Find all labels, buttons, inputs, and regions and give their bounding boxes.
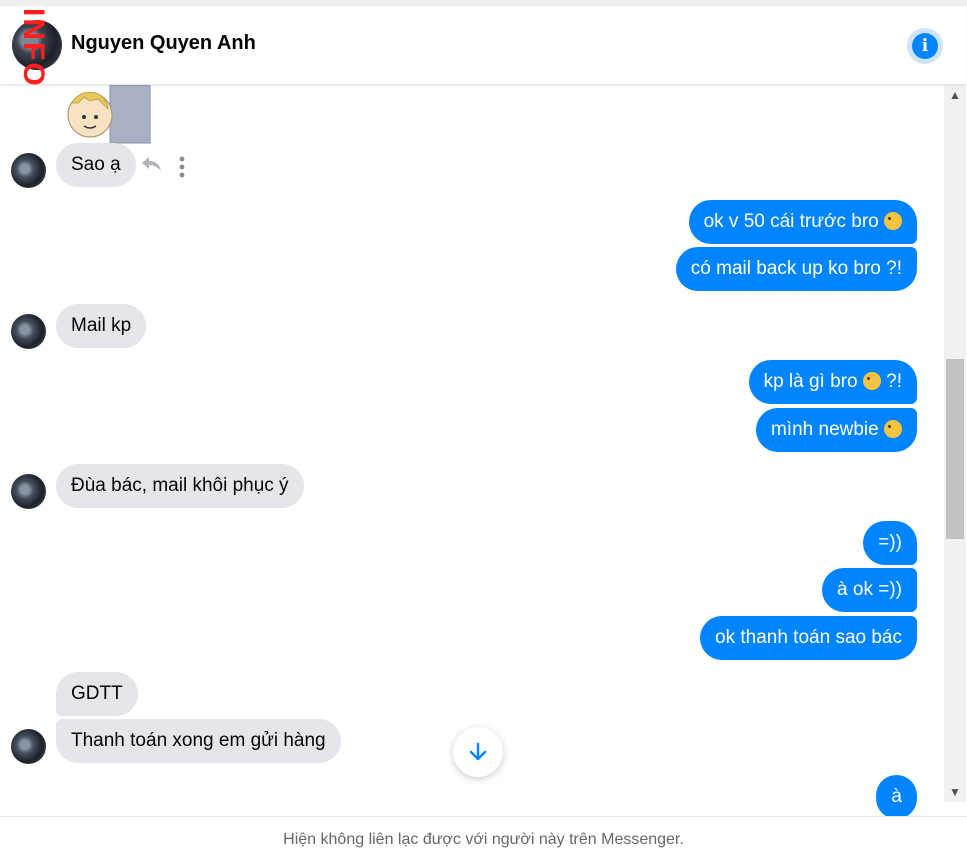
- conversation-pane[interactable]: Sao ạ ok v 50 cái trước bro có mail back…: [0, 85, 944, 816]
- message-suffix: ?!: [886, 371, 902, 392]
- sender-avatar[interactable]: [11, 474, 46, 509]
- message-text: ok v 50 cái trước bro: [703, 211, 879, 232]
- scroll-to-bottom-button[interactable]: [453, 727, 503, 777]
- contact-name[interactable]: Nguyen Quyen Anh: [71, 32, 256, 55]
- info-icon: i: [912, 33, 938, 59]
- message-bubble[interactable]: à ok =)): [822, 568, 917, 612]
- message-row: Đùa bác, mail khôi phục ý: [0, 464, 944, 510]
- sender-avatar[interactable]: [11, 314, 46, 349]
- chat-header: Nguyen Quyen Anh i: [0, 6, 966, 85]
- info-button[interactable]: i: [907, 28, 943, 64]
- message-row: Sao ạ: [0, 143, 944, 189]
- message-bubble[interactable]: Đùa bác, mail khôi phục ý: [56, 464, 304, 508]
- message-bubble[interactable]: có mail back up ko bro ?!: [675, 247, 917, 291]
- arrow-down-icon: [469, 742, 487, 761]
- more-options-icon[interactable]: [173, 155, 191, 179]
- laughing-emoji-icon: [884, 212, 902, 230]
- message-bubble[interactable]: mình newbie: [755, 408, 917, 452]
- scrollbar-thumb[interactable]: [946, 359, 964, 539]
- message-bubble[interactable]: Sao ạ: [56, 143, 136, 187]
- reply-icon[interactable]: [140, 154, 164, 174]
- footer-notice: Hiện không liên lạc được với người này t…: [0, 816, 967, 854]
- scroll-down-arrow-icon[interactable]: ▼: [944, 782, 966, 802]
- sender-avatar[interactable]: [11, 153, 46, 188]
- message-text: kp là gì bro: [763, 371, 858, 392]
- sender-avatar[interactable]: [11, 729, 46, 764]
- message-bubble[interactable]: Mail kp: [56, 304, 147, 348]
- message-bubble[interactable]: ok thanh toán sao bác: [700, 616, 917, 660]
- message-bubble[interactable]: à: [876, 775, 917, 816]
- message-row: Mail kp: [0, 304, 944, 350]
- message-bubble[interactable]: GDTT: [56, 672, 138, 716]
- message-bubble[interactable]: kp là gì bro ?!: [748, 360, 917, 404]
- scrollbar[interactable]: ▲ ▼: [944, 85, 966, 802]
- message-text: mình newbie: [770, 419, 879, 440]
- message-bubble[interactable]: ok v 50 cái trước bro: [688, 200, 917, 244]
- scroll-up-arrow-icon[interactable]: ▲: [944, 85, 966, 105]
- message-bubble[interactable]: =)): [863, 521, 917, 565]
- laughing-emoji-icon: [884, 420, 902, 438]
- sticker-image: [67, 85, 151, 144]
- watermark: INFO: [17, 8, 50, 88]
- laughing-emoji-icon: [862, 372, 881, 390]
- message-bubble[interactable]: Thanh toán xong em gửi hàng: [56, 719, 341, 763]
